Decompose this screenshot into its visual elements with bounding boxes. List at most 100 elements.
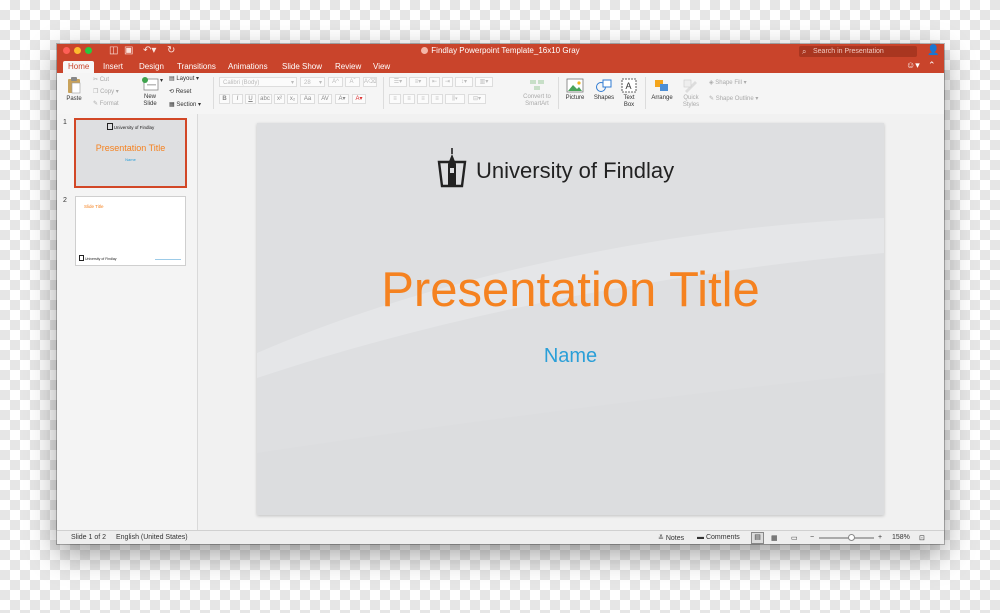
tab-home[interactable]: Home (63, 61, 95, 73)
layout-label: Layout (176, 76, 195, 82)
cut-button[interactable]: ✂ Cut (93, 76, 109, 83)
fit-to-window-icon[interactable]: ⊡ (919, 534, 925, 542)
copy-label: Copy (100, 89, 115, 95)
zoom-out-button[interactable]: − (810, 534, 814, 541)
notes-button[interactable]: ≚ Notes (658, 534, 684, 542)
tab-animations[interactable]: Animations (228, 61, 268, 72)
search-placeholder: Search in Presentation (813, 48, 884, 55)
brush-icon: ✎ (93, 101, 99, 107)
tab-view[interactable]: View (373, 61, 390, 72)
decrease-indent-button[interactable]: ⇤ (429, 77, 440, 87)
notes-label: Notes (665, 535, 685, 542)
shape-outline-button[interactable]: ✎ Shape Outline ▾ (709, 95, 758, 102)
ribbon-separator (213, 77, 214, 109)
increase-indent-button[interactable]: ⇥ (442, 77, 453, 87)
reset-label: Reset (175, 89, 192, 95)
underline-button[interactable]: U (245, 94, 256, 104)
slide-thumbnail-1[interactable]: University of Findlay Presentation Title… (74, 118, 187, 188)
thumbnail-title: Slide Title (84, 204, 104, 209)
reset-icon: ⟲ (169, 89, 175, 95)
search-input[interactable]: ⌕ Search in Presentation (799, 46, 917, 57)
tab-transitions[interactable]: Transitions (177, 61, 216, 72)
layout-button[interactable]: ▤ Layout ▾ (169, 75, 199, 82)
current-slide[interactable]: University of Findlay Presentation Title… (257, 123, 884, 515)
align-text-button[interactable]: ⊟▾ (468, 94, 486, 104)
char-spacing-button[interactable]: AV (318, 94, 332, 104)
justify-button[interactable]: ≡ (431, 94, 443, 104)
format-painter-button[interactable]: ✎ Format (93, 100, 119, 107)
tab-design[interactable]: Design (139, 61, 164, 72)
zoom-slider[interactable] (819, 534, 874, 541)
zoom-level[interactable]: 158% (892, 534, 910, 541)
powerpoint-window: ◫ ▣ ↶▾ ↻ Findlay Powerpoint Template_16x… (57, 44, 944, 544)
zoom-in-button[interactable]: + (878, 534, 882, 541)
copy-button[interactable]: ❐ Copy ▾ (93, 88, 119, 95)
reading-view-icon[interactable]: ▭ (791, 534, 798, 542)
clipboard-icon (68, 77, 81, 94)
new-slide-dropdown-icon[interactable]: ▾ (160, 77, 163, 84)
columns-button[interactable]: ▥▾ (475, 77, 493, 87)
bold-button[interactable]: B (219, 94, 230, 104)
notes-icon: ≚ (658, 535, 664, 542)
tab-slide-show[interactable]: Slide Show (282, 61, 322, 72)
share-person-icon[interactable]: 👤 (927, 45, 939, 56)
comments-button[interactable]: ▬ Comments (697, 534, 740, 541)
picture-button[interactable]: Picture (562, 78, 588, 102)
presentation-title[interactable]: Presentation Title (257, 262, 884, 318)
line-spacing-button[interactable]: ↕▾ (455, 77, 473, 87)
italic-button[interactable]: I (232, 94, 243, 104)
change-case-button[interactable]: Aa (300, 94, 315, 104)
university-logo-text: University of Findlay (476, 158, 675, 183)
collapse-ribbon-icon[interactable]: ⌃ (928, 60, 936, 71)
slide-thumbnail-2[interactable]: Slide Title University of Findlay (75, 196, 186, 266)
quick-styles-button[interactable]: Quick Styles (677, 78, 705, 109)
align-center-button[interactable]: ≡ (403, 94, 415, 104)
smartart-icon (530, 80, 544, 90)
numbering-button[interactable]: ≡▾ (409, 77, 427, 87)
presenter-name[interactable]: Name (257, 345, 884, 368)
section-button[interactable]: ▦ Section ▾ (169, 101, 201, 108)
subscript-button[interactable]: x₂ (287, 94, 298, 104)
shape-fill-button[interactable]: ◈ Shape Fill ▾ (709, 79, 747, 86)
thumbnail-footer-logo: University of Findlay (79, 255, 117, 261)
text-box-button[interactable]: A Text Box (619, 78, 639, 109)
strikethrough-button[interactable]: abc (258, 94, 272, 104)
align-right-button[interactable]: ≡ (417, 94, 429, 104)
reset-button[interactable]: ⟲ Reset (169, 88, 191, 95)
zoom-slider-thumb[interactable] (848, 534, 855, 541)
font-size-select[interactable]: 28 ▾ (300, 77, 325, 87)
slide-number: 2 (63, 197, 67, 204)
language-indicator[interactable]: English (United States) (116, 534, 188, 541)
text-direction-button[interactable]: ⫼▾ (445, 94, 465, 104)
arrange-label: Arrange (651, 95, 673, 101)
normal-view-icon[interactable]: ▤ (751, 532, 764, 544)
slide-sorter-icon[interactable]: ▦ (771, 534, 778, 542)
text-box-label: Text Box (623, 95, 635, 108)
feedback-smiley-icon[interactable]: ☺▾ (906, 60, 920, 71)
cut-label: Cut (99, 77, 110, 83)
align-left-button[interactable]: ≡ (389, 94, 401, 104)
text-box-icon: A (621, 78, 637, 93)
clear-formatting-button[interactable]: A⌫ (363, 77, 377, 87)
paste-button[interactable]: Paste (63, 76, 85, 103)
thumbnail-footer-logo-text: University of Findlay (85, 257, 117, 261)
slide-editor-canvas[interactable]: University of Findlay Presentation Title… (198, 114, 944, 530)
tab-review[interactable]: Review (335, 61, 361, 72)
highlight-button[interactable]: A▾ (335, 94, 349, 104)
arrange-button[interactable]: Arrange (648, 78, 676, 102)
thumbnail-footer-line (155, 259, 181, 260)
shrink-font-button[interactable]: Aˇ (345, 77, 360, 87)
shapes-icon (596, 79, 612, 92)
slide-thumbnails-panel[interactable]: 1 University of Findlay Presentation Tit… (57, 114, 198, 530)
bullets-button[interactable]: ☰▾ (389, 77, 407, 87)
font-name-value: Calibri (Body) (223, 80, 260, 86)
font-color-button[interactable]: A▾ (352, 94, 366, 104)
grow-font-button[interactable]: A^ (328, 77, 343, 87)
shapes-button[interactable]: Shapes (591, 78, 617, 102)
new-slide-label: New Slide (143, 94, 157, 107)
tab-insert[interactable]: Insert (103, 61, 123, 72)
font-name-select[interactable]: Calibri (Body) ▾ (219, 77, 297, 87)
thumbnail-logo-text: University of Findlay (113, 125, 155, 130)
superscript-button[interactable]: x² (274, 94, 285, 104)
convert-smartart-button[interactable]: Convert to SmartArt (519, 78, 555, 108)
